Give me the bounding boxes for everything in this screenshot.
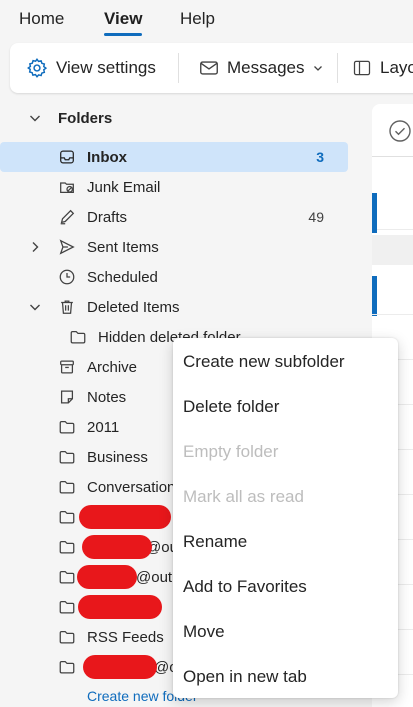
mail-icon bbox=[200, 61, 218, 75]
send-icon bbox=[59, 239, 75, 255]
folder-label: Inbox bbox=[87, 148, 127, 166]
layout-icon bbox=[353, 60, 371, 76]
folder-label: Deleted Items bbox=[87, 298, 180, 316]
folder-deleted-items[interactable]: Deleted Items bbox=[0, 292, 348, 322]
folder-label: Notes bbox=[87, 388, 127, 406]
folder-icon bbox=[59, 480, 75, 494]
folder-label: RSS Feeds bbox=[87, 628, 164, 646]
redaction-mark bbox=[77, 565, 137, 589]
folders-header-label: Folders bbox=[58, 109, 113, 127]
menu-item-rename[interactable]: Rename bbox=[173, 519, 398, 564]
redaction-mark bbox=[79, 505, 171, 529]
folder-label: Archive bbox=[87, 358, 138, 376]
junk-icon bbox=[60, 182, 74, 194]
folder-icon bbox=[59, 510, 75, 524]
folder-label: Scheduled bbox=[87, 268, 158, 286]
select-all-check-icon[interactable] bbox=[388, 119, 412, 143]
folder-context-menu: Create new subfolder Delete folder Empty… bbox=[173, 338, 398, 698]
list-item-shade bbox=[372, 235, 413, 265]
list-header-divider bbox=[372, 156, 413, 157]
folder-label: Drafts bbox=[87, 208, 128, 226]
folder-icon bbox=[59, 630, 75, 644]
menu-item-create-new-subfolder[interactable]: Create new subfolder bbox=[173, 339, 398, 384]
menu-item-move[interactable]: Move bbox=[173, 609, 398, 654]
messages-label: Messages bbox=[227, 58, 305, 77]
layout-label: Layo bbox=[380, 58, 413, 77]
inbox-icon bbox=[60, 150, 74, 164]
chevron-down-icon bbox=[30, 115, 40, 122]
folder-icon bbox=[59, 450, 75, 464]
menu-item-empty-folder: Empty folder bbox=[183, 441, 279, 461]
list-divider bbox=[372, 314, 413, 315]
unread-count: 3 bbox=[316, 149, 324, 165]
drafts-icon bbox=[60, 209, 75, 225]
list-divider bbox=[372, 229, 413, 230]
folder-icon bbox=[59, 600, 75, 614]
redaction-mark bbox=[82, 535, 152, 559]
tab-home[interactable]: Home bbox=[19, 9, 64, 29]
active-tab-indicator bbox=[104, 33, 142, 36]
view-settings-button[interactable]: View settings bbox=[26, 43, 156, 93]
clock-icon bbox=[59, 269, 75, 285]
gear-icon bbox=[27, 58, 48, 78]
redaction-mark bbox=[78, 595, 162, 619]
top-tab-bar: Home View Help bbox=[0, 0, 413, 40]
folder-label: 2011 bbox=[87, 418, 120, 436]
folder-icon bbox=[59, 540, 75, 554]
chevron-down-icon[interactable] bbox=[28, 300, 42, 314]
menu-item-delete-folder[interactable]: Delete folder bbox=[173, 384, 398, 429]
redaction-mark bbox=[83, 655, 157, 679]
item-count: 49 bbox=[308, 209, 324, 225]
folder-sent-items[interactable]: Sent Items bbox=[0, 232, 348, 262]
chevron-right-icon[interactable] bbox=[28, 240, 42, 254]
folder-icon bbox=[70, 330, 86, 344]
menu-item-add-to-favorites[interactable]: Add to Favorites bbox=[173, 564, 398, 609]
folders-header[interactable]: Folders bbox=[0, 103, 348, 133]
folder-drafts[interactable]: Drafts 49 bbox=[0, 202, 348, 232]
folder-label: Business bbox=[87, 448, 148, 466]
folder-scheduled[interactable]: Scheduled bbox=[0, 262, 348, 292]
view-settings-label: View settings bbox=[56, 58, 156, 77]
trash-icon bbox=[61, 300, 73, 314]
folder-inbox[interactable]: Inbox 3 bbox=[0, 142, 348, 172]
ribbon-divider-2 bbox=[337, 53, 338, 83]
folder-icon bbox=[59, 570, 75, 584]
tab-help[interactable]: Help bbox=[180, 9, 215, 29]
unread-indicator bbox=[372, 276, 377, 316]
folder-label: @outl bbox=[136, 568, 176, 586]
ribbon: View settings Messages Layo bbox=[10, 43, 413, 93]
folder-label: Sent Items bbox=[87, 238, 159, 256]
folder-junk-email[interactable]: Junk Email bbox=[0, 172, 348, 202]
folder-icon bbox=[59, 660, 75, 674]
folder-label: Conversation bbox=[87, 478, 176, 496]
menu-item-mark-all-as-read: Mark all as read bbox=[183, 486, 304, 506]
menu-item-open-in-new-tab[interactable]: Open in new tab bbox=[173, 654, 398, 699]
ribbon-divider bbox=[178, 53, 179, 83]
tab-view[interactable]: View bbox=[104, 9, 142, 29]
archive-icon bbox=[60, 360, 74, 374]
messages-button[interactable]: Messages bbox=[198, 43, 324, 93]
layout-button[interactable]: Layo bbox=[352, 43, 413, 93]
folder-label: Junk Email bbox=[87, 178, 161, 196]
chevron-down-icon bbox=[314, 66, 323, 71]
unread-indicator bbox=[372, 193, 377, 233]
folder-icon bbox=[59, 420, 75, 434]
note-icon bbox=[60, 390, 74, 404]
